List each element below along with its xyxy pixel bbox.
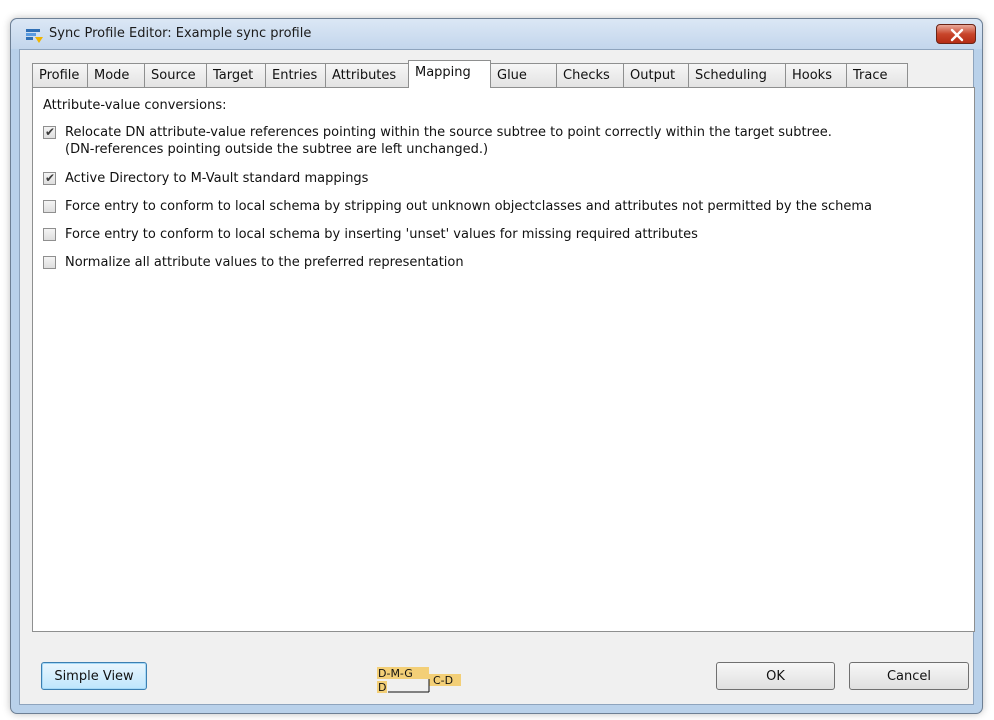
strip-unknown-option[interactable]: Force entry to conform to local schema b… [43, 198, 963, 216]
close-button[interactable] [936, 24, 976, 44]
tab-label: Profile [39, 68, 80, 83]
strip-unknown-checkbox[interactable] [43, 200, 56, 213]
tab-mode[interactable]: Mode [87, 63, 145, 87]
sync-profile-icon [26, 29, 43, 43]
tab-label: Entries [272, 68, 318, 83]
cancel-button[interactable]: Cancel [849, 662, 969, 690]
option-label: Active Directory to M-Vault standard map… [65, 171, 369, 186]
relocate-dn-checkbox[interactable]: ✔ [43, 125, 56, 139]
tab-glue[interactable]: Glue [490, 63, 557, 87]
logo-text-top: D-M-G [378, 667, 413, 680]
tab-label: Source [151, 68, 196, 83]
dialog-window: Sync Profile Editor: Example sync profil… [10, 18, 983, 714]
tab-label: Hooks [792, 68, 832, 83]
tab-label: Mode [94, 68, 130, 83]
tab-label: Mapping [415, 65, 471, 80]
check-icon: ✔ [45, 125, 56, 139]
tab-trace[interactable]: Trace [846, 63, 908, 87]
normalize-option[interactable]: Normalize all attribute values to the pr… [43, 254, 963, 272]
tab-attributes[interactable]: Attributes [325, 63, 409, 87]
tab-mapping[interactable]: Mapping [408, 60, 491, 88]
logo-text-bottom: D [378, 681, 386, 693]
tab-hooks[interactable]: Hooks [785, 63, 847, 87]
title-bar[interactable]: Sync Profile Editor: Example sync profil… [11, 19, 982, 49]
tab-label: Checks [563, 68, 610, 83]
insert-unset-option[interactable]: Force entry to conform to local schema b… [43, 226, 963, 244]
close-icon [950, 28, 964, 42]
check-icon: ✔ [45, 171, 56, 185]
tab-checks[interactable]: Checks [556, 63, 624, 87]
option-label: Force entry to conform to local schema b… [65, 199, 872, 214]
normalize-checkbox[interactable] [43, 256, 56, 269]
window-title: Sync Profile Editor: Example sync profil… [49, 26, 312, 41]
tab-label: Scheduling [695, 68, 767, 83]
tab-label: Output [630, 68, 676, 83]
option-label: Relocate DN attribute-value references p… [65, 125, 832, 140]
dialog-client-area: Profile Mode Source Target Entries Attri… [19, 49, 975, 705]
simple-view-button[interactable]: Simple View [41, 662, 147, 690]
ok-button[interactable]: OK [716, 662, 835, 690]
insert-unset-checkbox[interactable] [43, 228, 56, 241]
option-label-line2: (DN-references pointing outside the subt… [65, 142, 489, 157]
tab-output[interactable]: Output [623, 63, 689, 87]
tab-profile[interactable]: Profile [32, 63, 88, 87]
tab-target[interactable]: Target [206, 63, 266, 87]
ad-mappings-checkbox[interactable]: ✔ [43, 171, 56, 185]
option-label: Normalize all attribute values to the pr… [65, 255, 464, 270]
tab-label: Target [213, 68, 254, 83]
section-label: Attribute-value conversions: [43, 98, 227, 113]
tab-source[interactable]: Source [144, 63, 207, 87]
tab-entries[interactable]: Entries [265, 63, 326, 87]
mapping-panel: Attribute-value conversions: ✔ Relocate … [32, 87, 975, 632]
ad-mappings-option[interactable]: ✔ Active Directory to M-Vault standard m… [43, 170, 963, 188]
option-label: Force entry to conform to local schema b… [65, 227, 698, 242]
tab-scheduling[interactable]: Scheduling [688, 63, 786, 87]
tab-label: Trace [853, 68, 888, 83]
relocate-dn-option[interactable]: ✔ Relocate DN attribute-value references… [43, 124, 963, 160]
logo-text-right: C-D [433, 674, 453, 687]
dmg-cd-logo: D-M-G D C-D [377, 667, 461, 693]
tab-label: Glue [497, 68, 527, 83]
tab-label: Attributes [332, 68, 397, 83]
